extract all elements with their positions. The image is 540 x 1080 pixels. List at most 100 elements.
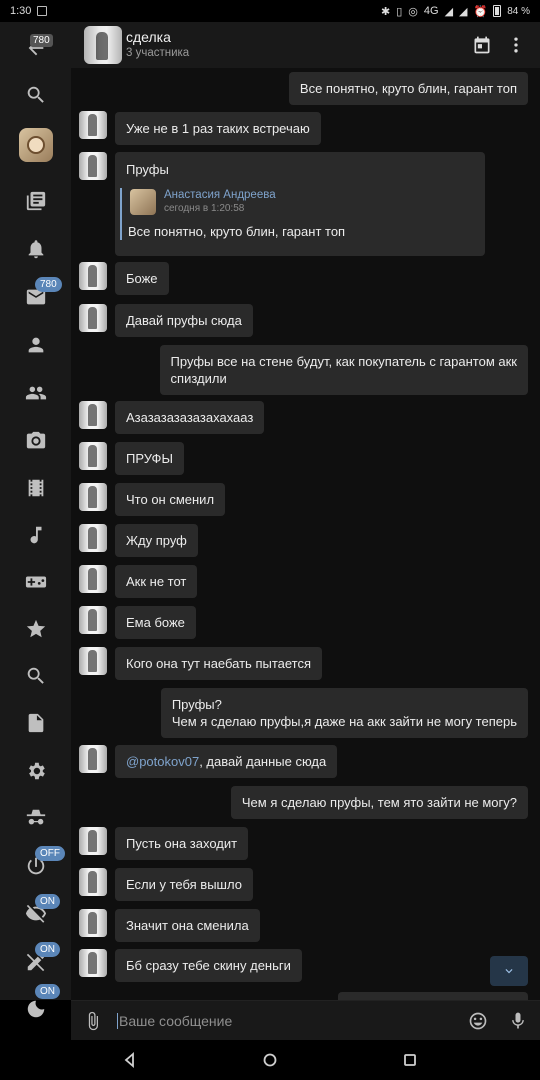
moon-icon: [27, 1000, 44, 1018]
message-bubble-incoming[interactable]: Если у тебя вышло: [115, 868, 253, 901]
message-bubble-outgoing[interactable]: Пруфы все на стене будут, как покупатель…: [159, 345, 528, 395]
sender-avatar[interactable]: [79, 745, 107, 773]
message-list[interactable]: Все понятно, круто блин, гарант топ Уже …: [71, 68, 540, 1000]
vibrate-icon: ▯: [396, 5, 403, 18]
message-bubble-incoming[interactable]: Азазазазазазахахааз: [115, 401, 265, 434]
chat-avatar[interactable]: [84, 26, 122, 64]
toggle-4-badge: ON: [35, 984, 60, 999]
sidebar-item-notifications[interactable]: [0, 227, 71, 271]
sidebar-toggle-4[interactable]: ON: [0, 984, 71, 1018]
nav-recents-icon[interactable]: [402, 1052, 418, 1068]
sender-avatar[interactable]: [79, 909, 107, 937]
sender-avatar[interactable]: [79, 304, 107, 332]
nav-home-icon[interactable]: [262, 1052, 278, 1068]
toggle-2-badge: ON: [35, 894, 60, 909]
sidebar-item-videos[interactable]: [0, 466, 71, 510]
quote-timestamp: сегодня в 1:20:58: [164, 203, 245, 214]
message-text: ПРУФЫ: [126, 451, 173, 466]
message-bubble-incoming[interactable]: Боже: [115, 262, 169, 295]
message-bubble-incoming[interactable]: Значит она сменила: [115, 909, 260, 942]
message-bubble-incoming[interactable]: Кого она тут наебать пытается: [115, 647, 323, 680]
signal-icon-2: ◢: [459, 5, 468, 18]
back-badge: 780: [30, 34, 53, 47]
status-time: 1:30: [10, 5, 32, 17]
toggle-3-badge: ON: [35, 942, 60, 957]
sidebar-item-games[interactable]: [0, 560, 71, 604]
sidebar-toggle-3[interactable]: ON: [0, 940, 71, 984]
scroll-to-bottom-button[interactable]: [490, 956, 528, 986]
sidebar-item-documents[interactable]: [0, 701, 71, 745]
message-bubble-incoming[interactable]: Жду пруф: [115, 524, 198, 557]
microphone-icon[interactable]: [508, 1011, 528, 1031]
sidebar-item-search[interactable]: [0, 73, 71, 117]
chat-members-count: 3 участника: [126, 47, 190, 59]
sidebar-toggle-2[interactable]: ON: [0, 892, 71, 936]
sidebar-item-communities[interactable]: [0, 371, 71, 415]
chat-title-block[interactable]: сделка 3 участника: [126, 29, 189, 61]
sender-avatar[interactable]: [79, 565, 107, 593]
message-bubble-incoming[interactable]: Пруфы Анастасия Андреева сегодня в 1:20:…: [115, 152, 485, 256]
sidebar-item-music[interactable]: [0, 513, 71, 557]
sender-avatar[interactable]: [79, 868, 107, 896]
sender-avatar[interactable]: [79, 647, 107, 675]
message-bubble-incoming[interactable]: Давай пруфы сюда: [115, 304, 253, 337]
attach-icon[interactable]: [83, 1011, 103, 1031]
message-text-line-2: спиздили: [170, 371, 227, 386]
sender-avatar[interactable]: [79, 442, 107, 470]
sidebar-item-profile[interactable]: [0, 123, 71, 167]
sender-avatar[interactable]: [79, 152, 107, 180]
sidebar-item-search-2[interactable]: [0, 654, 71, 698]
more-vertical-icon[interactable]: [506, 35, 526, 55]
message-bubble-outgoing[interactable]: Чем я сделаю пруфы, тем ято зайти не мог…: [230, 786, 528, 819]
sidebar-item-favorites[interactable]: [0, 607, 71, 651]
message-bubble-incoming[interactable]: Ема боже: [115, 606, 196, 639]
message-bubble-incoming[interactable]: Пусть она заходит: [115, 827, 249, 860]
sidebar-item-settings[interactable]: [0, 749, 71, 793]
message-bubble-incoming[interactable]: Уже не в 1 раз таких встречаю: [115, 112, 321, 145]
battery-level: 84 %: [507, 5, 530, 17]
document-icon: [28, 713, 43, 733]
chat-title: сделка: [126, 29, 171, 45]
sidebar-item-incognito[interactable]: [0, 796, 71, 840]
message-text: , давай данные сюда: [199, 754, 327, 769]
sender-avatar[interactable]: [79, 949, 107, 977]
sidebar-item-friends[interactable]: [0, 323, 71, 367]
message-bubble-incoming[interactable]: Акк не тот: [115, 565, 198, 598]
sender-avatar[interactable]: [79, 111, 107, 139]
quoted-message[interactable]: Анастасия Андреева сегодня в 1:20:58 Все…: [120, 188, 474, 240]
quote-text: Все понятно, круто блин, гарант топ: [128, 224, 346, 239]
sender-avatar[interactable]: [79, 401, 107, 429]
system-navigation-bar: [0, 1040, 540, 1080]
message-bubble-incoming[interactable]: ПРУФЫ: [115, 442, 184, 475]
sender-avatar[interactable]: [79, 827, 107, 855]
sidebar-item-news[interactable]: [0, 179, 71, 223]
nav-back-icon[interactable]: [122, 1052, 138, 1068]
message-bubble-incoming[interactable]: @potokov07, давай данные сюда: [115, 745, 338, 778]
header-actions: [472, 35, 540, 55]
chevron-down-icon: [505, 969, 513, 974]
status-bar: 1:30 ✱ ▯ ◎ 4G ◢ ◢ ⏰ 84 %: [0, 0, 540, 22]
sender-avatar[interactable]: [79, 483, 107, 511]
network-type: 4G: [423, 5, 439, 17]
sidebar-item-messages[interactable]: 780: [0, 275, 71, 319]
calendar-icon[interactable]: [472, 35, 492, 55]
sender-avatar[interactable]: [79, 262, 107, 290]
sidebar-item-photos[interactable]: [0, 419, 71, 463]
message-bubble-outgoing[interactable]: Все понятно, круто блин, гарант топ: [288, 72, 528, 105]
messages-badge: 780: [35, 277, 62, 292]
message-bubble-incoming[interactable]: Бб сразу тебе скину деньги: [115, 949, 302, 982]
sidebar-back-button[interactable]: 780: [0, 26, 71, 70]
sender-avatar[interactable]: [79, 524, 107, 552]
message-input-placeholder: Ваше сообщение: [119, 1012, 233, 1029]
composer-actions: [468, 1011, 528, 1031]
quote-author-avatar: [130, 189, 156, 215]
emoji-icon[interactable]: [468, 1011, 488, 1031]
star-icon: [26, 619, 45, 638]
sidebar-toggle-1[interactable]: OFF: [0, 844, 71, 888]
message-bubble-incoming[interactable]: Что он сменил: [115, 483, 226, 516]
sender-avatar[interactable]: [79, 606, 107, 634]
mention-link[interactable]: @potokov07: [126, 754, 199, 769]
message-input[interactable]: Ваше сообщение: [117, 1007, 468, 1035]
camera-icon: [26, 431, 45, 449]
message-bubble-outgoing[interactable]: Пруфы? Чем я сделаю пруфы,я даже на акк …: [160, 688, 528, 738]
